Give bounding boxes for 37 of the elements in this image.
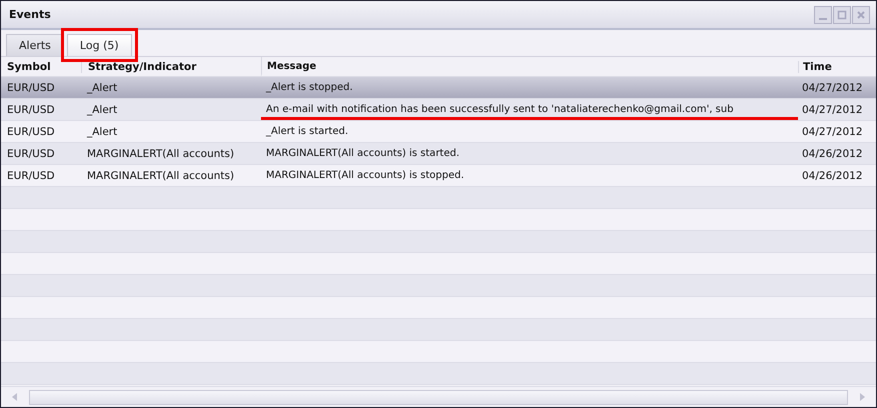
column-header[interactable]: Symbol xyxy=(1,60,81,72)
table-cell-text: EUR/USD xyxy=(6,148,56,160)
table-cell-text: EUR/USD xyxy=(6,82,56,94)
horizontal-scrollbar[interactable] xyxy=(1,386,876,407)
table-row[interactable]: EUR/USD _Alert _Alert is stopped. 04/27/2012 xyxy=(1,77,876,99)
table-cell-text: 04/27/2012 xyxy=(801,82,864,94)
table-cell-text: EUR/USD xyxy=(6,126,56,138)
table-cell-text: _Alert xyxy=(86,126,118,138)
table-cell-text: _Alert is stopped. xyxy=(265,81,354,95)
table-cell-text: EUR/USD xyxy=(6,104,56,116)
minimize-icon xyxy=(819,18,827,20)
table-cell-text: MARGINALERT(All accounts) xyxy=(86,148,236,160)
table-cell-text: 04/27/2012 xyxy=(801,104,864,116)
table-cell-text: 04/27/2012 xyxy=(801,126,864,138)
maximize-icon xyxy=(837,10,847,20)
column-header[interactable]: Strategy/Indicator xyxy=(81,60,261,72)
column-header[interactable]: Time xyxy=(798,60,876,72)
scroll-left-icon[interactable] xyxy=(11,392,19,402)
table-cell-text: MARGINALERT(All accounts) is started. xyxy=(265,147,460,161)
table-cell-text: _Alert xyxy=(86,104,118,116)
table-row[interactable]: EUR/USD _Alert An e-mail with notification has been successfully sent to 'nataliaterechenko@gmail.com', sub 04/27/2012 xyxy=(1,99,876,121)
table-cell-text: EUR/USD xyxy=(6,170,56,182)
table-cell-text: MARGINALERT(All accounts) xyxy=(86,170,236,182)
table-cell-text: 04/26/2012 xyxy=(801,148,864,160)
window-title: Events xyxy=(9,8,51,21)
table-cell-text: _Alert xyxy=(86,82,118,94)
table-cell-text: _Alert is started. xyxy=(265,125,350,139)
table-cell-text: 04/26/2012 xyxy=(801,170,864,182)
table-row[interactable]: EUR/USD MARGINALERT(All accounts) MARGINALERT(All accounts) is started. 04/26/2012 xyxy=(1,143,876,165)
maximize-button[interactable] xyxy=(833,6,851,24)
close-button[interactable] xyxy=(852,6,870,24)
scroll-right-icon[interactable] xyxy=(858,392,866,402)
tab[interactable]: Alerts xyxy=(6,34,64,56)
scrollbar-thumb[interactable] xyxy=(29,390,848,404)
table-cell-text: MARGINALERT(All accounts) is stopped. xyxy=(265,169,466,183)
close-icon xyxy=(856,10,866,20)
minimize-button[interactable] xyxy=(814,6,832,24)
